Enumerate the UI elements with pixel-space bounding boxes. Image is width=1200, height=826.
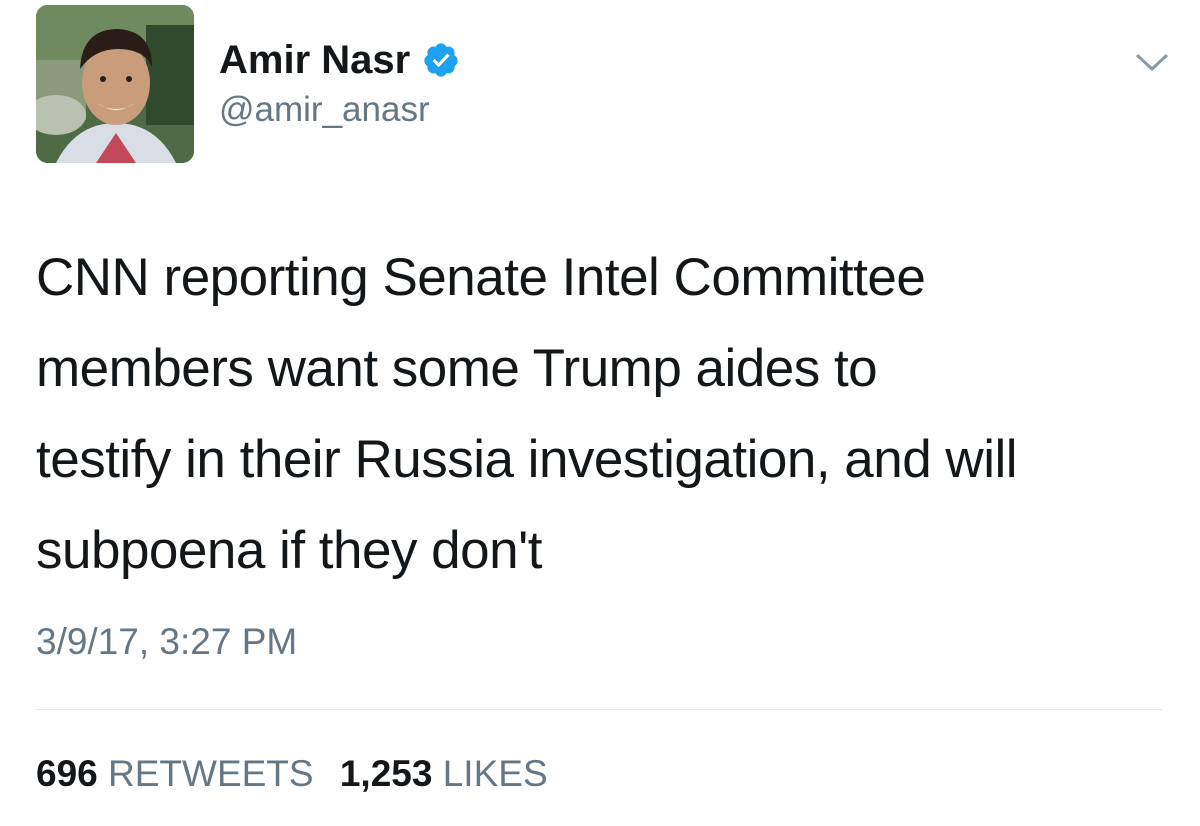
tweet-text-line: subpoena if they don't (36, 521, 542, 580)
tweet-text-line: members want some Trump aides to (36, 339, 878, 398)
tweet-text-line: testify in their Russia investigation, a… (36, 430, 1018, 489)
tweet-timestamp[interactable]: 3/9/17, 3:27 PM (36, 618, 297, 666)
retweets-stat[interactable]: 696 RETWEETS (36, 753, 340, 794)
retweets-count: 696 (36, 753, 98, 794)
user-handle[interactable]: @amir_anasr (219, 88, 430, 132)
tweet-text-line: CNN reporting Senate Intel Committee (36, 248, 926, 307)
display-name[interactable]: Amir Nasr (219, 36, 460, 84)
likes-label: LIKES (442, 753, 548, 794)
retweets-label: RETWEETS (108, 753, 314, 794)
likes-stat[interactable]: 1,253 LIKES (340, 753, 564, 794)
verified-badge-icon (422, 41, 460, 79)
tweet-text: CNN reporting Senate Intel Committee mem… (36, 232, 1176, 596)
avatar[interactable] (36, 5, 194, 163)
chevron-down-icon[interactable] (1132, 48, 1172, 76)
tweet-card: Amir Nasr @amir_anasr CNN reporting Sena… (0, 0, 1200, 826)
avatar-photo (36, 5, 194, 163)
likes-count: 1,253 (339, 753, 433, 794)
display-name-text: Amir Nasr (219, 38, 411, 82)
tweet-stats: 696 RETWEETS 1,253 LIKES (36, 750, 564, 798)
divider (36, 709, 1162, 710)
